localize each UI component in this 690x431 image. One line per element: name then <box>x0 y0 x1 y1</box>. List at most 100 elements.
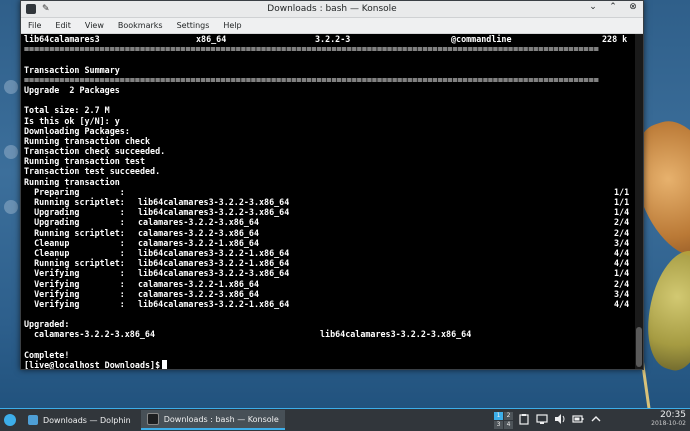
terminal-line: Running transaction check <box>24 135 151 146</box>
title-bar[interactable]: ✎ Downloads : bash — Konsole ⌄ ⌃ ⊗ <box>21 1 643 18</box>
upgraded-header: Upgraded: <box>24 319 70 330</box>
terminal-line: Total size: 2.7 M <box>24 105 110 116</box>
step-action: Verifying : <box>24 278 125 289</box>
desktop-4[interactable]: 4 <box>504 421 513 429</box>
menu-edit[interactable]: Edit <box>48 21 78 30</box>
step-count: 4/4 <box>614 247 630 258</box>
step-action: Cleanup : <box>24 237 125 248</box>
complete-line: Complete! <box>24 349 70 360</box>
step-count: 1/1 <box>614 197 630 207</box>
transaction-step: Verifying : calamares-3.2.2-3.x86_64 3/4 <box>24 289 635 299</box>
step-package: calamares-3.2.2-3.x86_64 <box>138 227 260 238</box>
step-count: 1/4 <box>614 207 630 218</box>
step-count: 1/4 <box>614 268 630 279</box>
step-action: Running scriptlet: <box>24 258 125 269</box>
transaction-step: Cleanup : calamares-3.2.2-1.x86_64 3/4 <box>24 238 635 248</box>
menu-file[interactable]: File <box>21 21 48 30</box>
terminal-line: ========================================… <box>24 74 599 85</box>
text-cursor <box>162 360 168 369</box>
step-package: calamares-3.2.2-1.x86_64 <box>138 237 260 248</box>
package-name: lib64calamares3 <box>24 34 100 44</box>
transaction-step: Running scriptlet: lib64calamares3-3.2.2-… <box>24 197 635 207</box>
step-count: 3/4 <box>614 237 630 248</box>
package-version: 3.2.2-3 <box>315 34 351 44</box>
close-icon[interactable]: ⊗ <box>627 2 639 12</box>
application-launcher-icon[interactable] <box>4 414 16 426</box>
scrollbar[interactable] <box>635 34 643 369</box>
virtual-desktop-pager[interactable]: 1 2 3 4 <box>494 412 513 429</box>
terminal-line: Upgrade 2 Packages <box>24 84 120 95</box>
package-arch: x86_64 <box>196 34 227 44</box>
terminal-line: Transaction Summary <box>24 64 120 75</box>
menu-settings[interactable]: Settings <box>170 21 217 30</box>
desktop-icon[interactable] <box>4 145 18 159</box>
upgraded-package: calamares-3.2.2-3.x86_64 <box>34 329 156 340</box>
step-action: Verifying : <box>24 288 125 299</box>
terminal-line: Running transaction <box>24 176 120 187</box>
task-konsole[interactable]: Downloads : bash — Konsole <box>140 410 285 430</box>
prompt-line[interactable]: [live@localhost Downloads]$ <box>24 360 635 369</box>
terminal-line: Transaction test succeeded. <box>24 166 161 177</box>
step-action: Upgrading : <box>24 217 125 228</box>
menu-view[interactable]: View <box>78 21 111 30</box>
transaction-step: Verifying : lib64calamares3-3.2.2-1.x86_6… <box>24 299 635 309</box>
step-action: Verifying : <box>24 298 125 309</box>
step-package: lib64calamares3-3.2.2-3.x86_64 <box>138 207 290 218</box>
step-count: 4/4 <box>614 258 630 269</box>
step-package: lib64calamares3-3.2.2-1.x86_64 <box>138 258 290 269</box>
terminal-line: Transaction check succeeded. <box>24 146 166 157</box>
menu-bar: File Edit View Bookmarks Settings Help <box>21 18 643 34</box>
scrollbar-thumb[interactable] <box>636 327 642 367</box>
menu-help[interactable]: Help <box>216 21 248 30</box>
clipboard-icon[interactable] <box>518 413 530 425</box>
package-row: lib64calamares3 x86_64 3.2.2-3 @commandl… <box>24 34 635 44</box>
step-action: Preparing : <box>24 186 125 197</box>
taskbar: Downloads — Dolphin Downloads : bash — K… <box>0 408 690 431</box>
step-count: 3/4 <box>614 288 630 299</box>
desktop-icon[interactable] <box>4 80 18 94</box>
package-repo: @commandline <box>451 34 512 44</box>
network-icon[interactable] <box>536 413 548 425</box>
menu-bookmarks[interactable]: Bookmarks <box>111 21 170 30</box>
transaction-step: Running scriptlet: calamares-3.2.2-3.x86_… <box>24 228 635 238</box>
minimize-icon[interactable]: ⌄ <box>587 2 599 12</box>
step-package: calamares-3.2.2-3.x86_64 <box>138 217 260 228</box>
clock-time: 20:35 <box>660 410 686 420</box>
upgraded-row: calamares-3.2.2-3.x86_64 lib64calamares3… <box>24 329 635 339</box>
upgraded-package: lib64calamares3-3.2.2-3.x86_64 <box>320 329 472 340</box>
window-title: Downloads : bash — Konsole <box>267 4 397 14</box>
battery-icon[interactable] <box>572 413 584 425</box>
desktop-icon[interactable] <box>4 200 18 214</box>
step-package: calamares-3.2.2-3.x86_64 <box>138 288 260 299</box>
clock-date: 2018-10-02 <box>651 420 686 427</box>
maximize-icon[interactable]: ⌃ <box>607 2 619 12</box>
step-action: Upgrading : <box>24 207 125 218</box>
transaction-step: Verifying : lib64calamares3-3.2.2-3.x86_6… <box>24 268 635 278</box>
step-package: lib64calamares3-3.2.2-3.x86_64 <box>138 268 290 279</box>
task-label: Downloads : bash — Konsole <box>163 414 279 424</box>
task-dolphin[interactable]: Downloads — Dolphin <box>22 410 137 430</box>
separator-line: ========================================… <box>24 44 599 55</box>
transaction-step: Cleanup : lib64calamares3-3.2.2-1.x86_64 4… <box>24 248 635 258</box>
transaction-step: Running scriptlet: lib64calamares3-3.2.2-… <box>24 258 635 268</box>
desktop-3[interactable]: 3 <box>494 421 503 429</box>
package-size: 228 k <box>602 34 628 44</box>
step-count: 4/4 <box>614 298 630 309</box>
desktop-2[interactable]: 2 <box>504 412 513 420</box>
digital-clock[interactable]: 20:35 2018-10-02 <box>651 410 686 428</box>
step-package: lib64calamares3-3.2.2-1.x86_64 <box>138 298 290 309</box>
step-action: Verifying : <box>24 268 125 279</box>
step-action: Cleanup : <box>24 247 125 258</box>
step-package: lib64calamares3-3.2.2-1.x86_64 <box>138 247 290 258</box>
transaction-step: Verifying : calamares-3.2.2-1.x86_64 2/4 <box>24 279 635 289</box>
terminal-line: Is this ok [y/N]: y <box>24 115 120 126</box>
terminal-output[interactable]: lib64calamares3 x86_64 3.2.2-3 @commandl… <box>21 34 635 369</box>
volume-icon[interactable] <box>554 413 566 425</box>
terminal-line: Downloading Packages: <box>24 125 130 136</box>
system-tray <box>518 413 602 425</box>
chevron-up-icon[interactable] <box>590 413 602 425</box>
desktop-1[interactable]: 1 <box>494 412 503 420</box>
transaction-step: Upgrading : calamares-3.2.2-3.x86_64 2/4 <box>24 217 635 227</box>
